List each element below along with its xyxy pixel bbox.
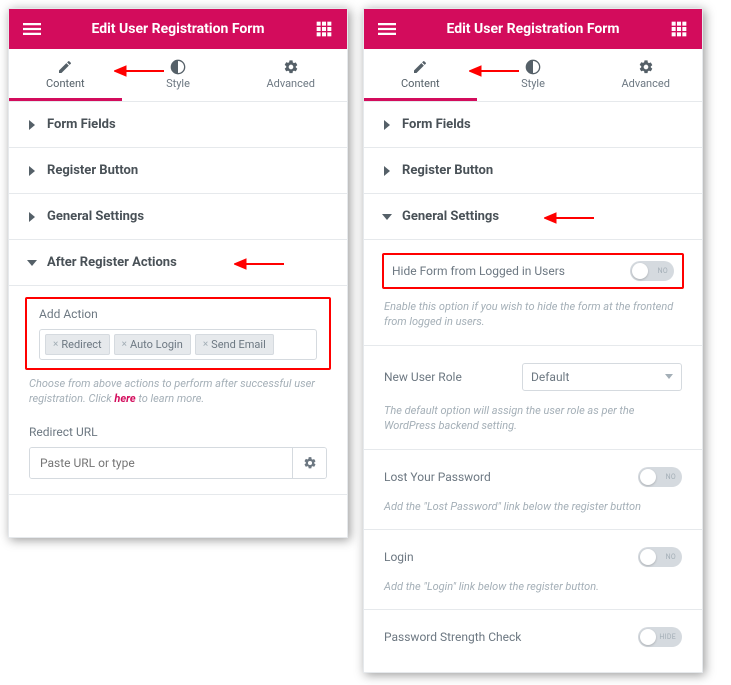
hide-form-help: Enable this option if you wish to hide t… (384, 299, 682, 330)
section-label: Register Button (402, 163, 493, 178)
remove-icon[interactable]: × (203, 340, 208, 350)
tab-content[interactable]: Content (9, 49, 122, 101)
panel-title: Edit User Registration Form (446, 21, 619, 37)
login-label: Login (384, 550, 414, 564)
add-action-highlight: Add Action ×Redirect ×Auto Login ×Send E… (25, 297, 331, 370)
new-user-role-help: The default option will assign the user … (384, 403, 682, 434)
login-toggle[interactable]: NO (638, 547, 682, 567)
lost-password-toggle[interactable]: NO (638, 467, 682, 487)
add-action-input[interactable]: ×Redirect ×Auto Login ×Send Email (39, 329, 317, 360)
gear-icon (283, 59, 299, 75)
menu-icon[interactable] (372, 20, 402, 38)
annotation-arrow-icon (114, 63, 164, 79)
pill-auto-login[interactable]: ×Auto Login (114, 334, 191, 355)
tab-advanced[interactable]: Advanced (234, 49, 347, 101)
pencil-icon (57, 59, 73, 75)
section-form-fields[interactable]: Form Fields (9, 102, 347, 148)
caret-icon (29, 166, 35, 176)
caret-icon (384, 166, 390, 176)
section-general-settings[interactable]: General Settings (9, 194, 347, 240)
caret-icon (29, 120, 35, 130)
pencil-icon (412, 59, 428, 75)
tab-advanced[interactable]: Advanced (589, 49, 702, 101)
annotation-arrow-icon (544, 210, 594, 226)
tab-label: Content (401, 77, 440, 90)
section-label: General Settings (47, 209, 144, 224)
section-label: After Register Actions (47, 255, 177, 270)
new-user-role-select[interactable]: Default (522, 363, 682, 391)
caret-down-icon (382, 214, 392, 220)
section-label: Register Button (47, 163, 138, 178)
apps-icon[interactable] (664, 21, 694, 37)
menu-icon[interactable] (17, 20, 47, 38)
section-general-settings[interactable]: General Settings (364, 194, 702, 240)
section-form-fields[interactable]: Form Fields (364, 102, 702, 148)
tab-label: Style (166, 77, 190, 90)
section-label: General Settings (402, 209, 499, 224)
caret-icon (29, 212, 35, 222)
tab-content[interactable]: Content (364, 49, 477, 101)
remove-icon[interactable]: × (122, 340, 127, 350)
contrast-icon (170, 59, 186, 75)
tab-label: Content (46, 77, 85, 90)
lost-password-label: Lost Your Password (384, 470, 491, 484)
gear-icon (303, 456, 317, 470)
hide-form-highlight: Hide Form from Logged in Users NO (382, 253, 684, 289)
section-label: Form Fields (402, 117, 471, 132)
tab-label: Advanced (621, 77, 669, 90)
annotation-arrow-icon (469, 63, 519, 79)
pill-redirect[interactable]: ×Redirect (45, 334, 110, 355)
section-register-button[interactable]: Register Button (9, 148, 347, 194)
remove-icon[interactable]: × (53, 340, 58, 350)
caret-down-icon (27, 260, 37, 266)
lost-password-help: Add the "Lost Password" link below the r… (384, 499, 682, 514)
new-user-role-label: New User Role (384, 370, 462, 384)
learn-more-link[interactable]: here (114, 392, 135, 405)
add-action-help: Choose from above actions to perform aft… (29, 376, 327, 407)
add-action-label: Add Action (39, 307, 317, 321)
url-settings-button[interactable] (292, 448, 326, 478)
chevron-down-icon (665, 374, 673, 379)
hide-form-toggle[interactable]: NO (630, 261, 674, 281)
panel-title: Edit User Registration Form (91, 21, 264, 37)
apps-icon[interactable] (309, 21, 339, 37)
tab-label: Style (521, 77, 545, 90)
gear-icon (638, 59, 654, 75)
caret-icon (384, 120, 390, 130)
section-register-button[interactable]: Register Button (364, 148, 702, 194)
tab-label: Advanced (266, 77, 314, 90)
password-strength-label: Password Strength Check (384, 630, 521, 644)
login-help: Add the "Login" link below the register … (384, 579, 682, 594)
redirect-url-input[interactable] (30, 448, 292, 478)
section-label: Form Fields (47, 117, 116, 132)
pill-send-email[interactable]: ×Send Email (195, 334, 274, 355)
section-after-register-actions[interactable]: After Register Actions (9, 240, 347, 286)
redirect-url-label: Redirect URL (29, 425, 327, 439)
contrast-icon (525, 59, 541, 75)
annotation-arrow-icon (234, 256, 284, 272)
hide-form-label: Hide Form from Logged in Users (392, 264, 565, 278)
password-strength-toggle[interactable]: HIDE (638, 627, 682, 647)
